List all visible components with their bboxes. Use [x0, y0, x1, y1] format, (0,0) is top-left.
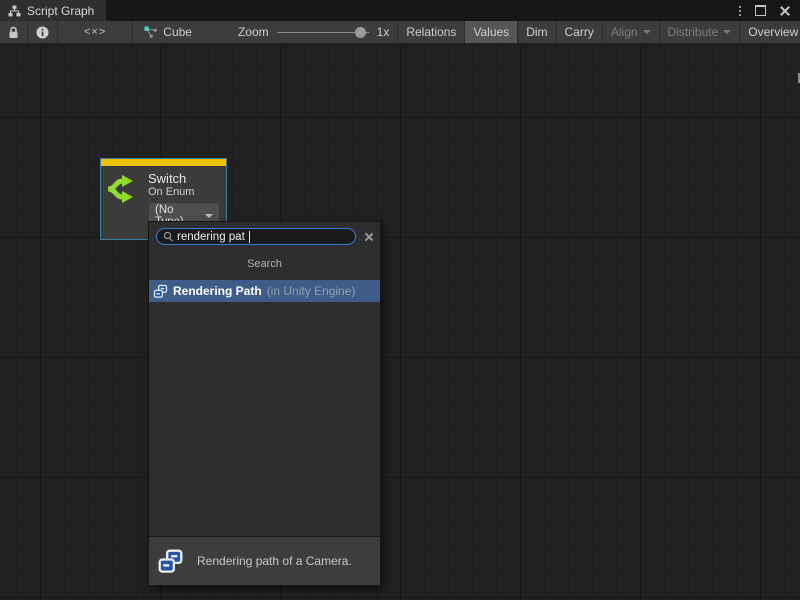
graph-toolbar: <×> Cube Zoom 1x Relations: [0, 21, 800, 44]
graph-breadcrumb[interactable]: Cube: [133, 21, 202, 43]
relations-label: Relations: [406, 25, 456, 39]
toolbar-right-group: Relations Values Dim Carry Align Distrib…: [397, 21, 800, 43]
result-name: Rendering Path: [173, 284, 262, 298]
tab-title: Script Graph: [27, 4, 94, 18]
search-icon: [164, 232, 173, 241]
graph-canvas[interactable]: Switch On Enum (No Type) rendering pat: [0, 44, 800, 600]
script-graph-icon: [8, 5, 21, 17]
chevron-down-icon: [205, 214, 213, 218]
code-icon: <×>: [66, 26, 124, 38]
lock-button[interactable]: [0, 21, 28, 43]
dim-label: Dim: [526, 25, 547, 39]
node-subtitle: On Enum: [148, 186, 220, 199]
tab-bar: Script Graph: [0, 0, 800, 21]
zoom-value: 1x: [377, 25, 390, 39]
zoom-slider[interactable]: [277, 21, 369, 44]
align-label: Align: [611, 25, 638, 39]
overview-button[interactable]: Overview: [740, 21, 800, 43]
node-header-bar: [101, 159, 226, 166]
footer-description: Rendering path of a Camera.: [197, 554, 352, 568]
tab-script-graph[interactable]: Script Graph: [0, 0, 106, 21]
close-icon[interactable]: [780, 6, 790, 16]
search-result-row[interactable]: Rendering Path (in Unity Engine): [149, 280, 380, 302]
search-section-header: Search: [149, 249, 380, 280]
script-graph-window: Script Graph: [0, 0, 800, 600]
edit-unit-button[interactable]: <×>: [58, 21, 133, 43]
result-context: (in Unity Engine): [267, 284, 356, 298]
node-title: Switch: [148, 171, 220, 186]
search-query-text: rendering pat: [177, 231, 245, 243]
zoom-control: Zoom 1x: [202, 21, 397, 43]
info-button[interactable]: [28, 21, 58, 43]
search-input[interactable]: rendering pat: [156, 228, 356, 245]
overview-label: Overview: [748, 25, 798, 39]
values-label: Values: [473, 25, 509, 39]
carry-label: Carry: [565, 25, 594, 39]
switch-icon: [107, 171, 140, 207]
graph-name-label: Cube: [163, 25, 192, 39]
zoom-slider-handle[interactable]: [355, 27, 366, 38]
chevron-down-icon: [643, 30, 651, 34]
lock-icon: [8, 26, 19, 39]
align-dropdown[interactable]: Align: [603, 21, 660, 43]
graph-icon: [143, 25, 158, 39]
distribute-label: Distribute: [668, 25, 719, 39]
menu-kebab-icon[interactable]: [739, 6, 741, 16]
relations-button[interactable]: Relations: [397, 21, 465, 43]
carry-button[interactable]: Carry: [557, 21, 603, 43]
info-icon: [36, 26, 49, 39]
chevron-down-icon: [723, 30, 731, 34]
results-empty-area: [149, 302, 380, 536]
popup-footer: Rendering path of a Camera.: [149, 537, 380, 585]
text-caret: [249, 231, 250, 243]
maximize-icon[interactable]: [755, 5, 766, 16]
values-button[interactable]: Values: [465, 21, 518, 43]
enum-icon-large: [157, 548, 184, 575]
clear-search-icon[interactable]: [363, 231, 375, 243]
type-search-popup: rendering pat Search Rendering Path (in …: [148, 221, 381, 586]
enum-icon: [153, 284, 168, 299]
zoom-label: Zoom: [238, 25, 269, 39]
distribute-dropdown[interactable]: Distribute: [660, 21, 741, 43]
window-controls: [739, 0, 800, 21]
dim-button[interactable]: Dim: [518, 21, 556, 43]
